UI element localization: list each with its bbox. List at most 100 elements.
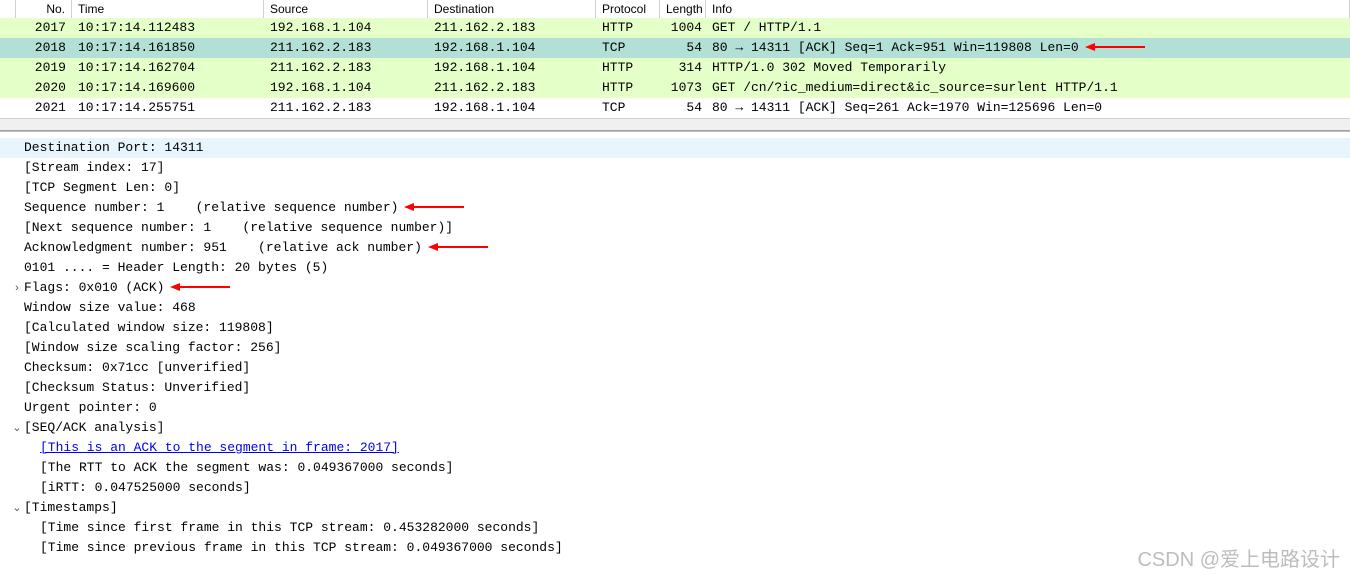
annotation-arrow-icon [170, 282, 230, 292]
cell-len: 314 [660, 58, 706, 78]
cell-dst: 211.162.2.183 [428, 78, 596, 98]
detail-line[interactable]: [TCP Segment Len: 0] [0, 178, 1350, 198]
col-info[interactable]: Info [706, 0, 1350, 18]
cell-dst: 192.168.1.104 [428, 98, 596, 118]
row-marker [0, 58, 16, 78]
col-length[interactable]: Length [660, 0, 706, 18]
row-marker [0, 78, 16, 98]
annotation-arrow-icon [428, 242, 488, 252]
packet-row[interactable]: 202110:17:14.255751211.162.2.183192.168.… [0, 98, 1350, 118]
cell-len: 1004 [660, 18, 706, 38]
detail-line[interactable]: [This is an ACK to the segment in frame:… [0, 438, 1350, 458]
cell-info: HTTP/1.0 302 Moved Temporarily [706, 58, 1350, 78]
detail-text: [Next sequence number: 1 (relative seque… [24, 218, 453, 238]
row-marker [0, 18, 16, 38]
packet-row[interactable]: 202010:17:14.169600192.168.1.104211.162.… [0, 78, 1350, 98]
col-source[interactable]: Source [264, 0, 428, 18]
cell-proto: HTTP [596, 18, 660, 38]
expand-closed-icon[interactable]: › [10, 278, 24, 298]
detail-line[interactable]: Window size value: 468 [0, 298, 1350, 318]
col-proto[interactable]: Protocol [596, 0, 660, 18]
cell-dst: 211.162.2.183 [428, 18, 596, 38]
detail-text: Flags: 0x010 (ACK) [24, 278, 164, 298]
cell-info: 80 → 14311 [ACK] Seq=261 Ack=1970 Win=12… [706, 98, 1350, 118]
cell-no: 2020 [16, 78, 72, 98]
detail-line[interactable]: [Time since first frame in this TCP stre… [0, 518, 1350, 538]
cell-src: 192.168.1.104 [264, 78, 428, 98]
packet-row[interactable]: 201910:17:14.162704211.162.2.183192.168.… [0, 58, 1350, 78]
detail-text: 0101 .... = Header Length: 20 bytes (5) [24, 258, 328, 278]
detail-line[interactable]: [Checksum Status: Unverified] [0, 378, 1350, 398]
detail-text: [Window size scaling factor: 256] [24, 338, 281, 358]
detail-text: Urgent pointer: 0 [24, 398, 157, 418]
annotation-arrow-icon [1085, 42, 1145, 52]
row-marker [0, 38, 16, 58]
expand-open-icon[interactable]: ⌄ [10, 498, 24, 518]
cell-no: 2019 [16, 58, 72, 78]
cell-no: 2021 [16, 98, 72, 118]
packet-details-pane: Destination Port: 14311[Stream index: 17… [0, 131, 1350, 558]
detail-text: [Timestamps] [24, 498, 118, 518]
cell-time: 10:17:14.169600 [72, 78, 264, 98]
cell-proto: HTTP [596, 58, 660, 78]
detail-text: [Calculated window size: 119808] [24, 318, 274, 338]
detail-text: Window size value: 468 [24, 298, 196, 318]
cell-src: 211.162.2.183 [264, 38, 428, 58]
cell-time: 10:17:14.162704 [72, 58, 264, 78]
detail-text: [SEQ/ACK analysis] [24, 418, 164, 438]
cell-info: GET /cn/?ic_medium=direct&ic_source=surl… [706, 78, 1350, 98]
detail-line[interactable]: [The RTT to ACK the segment was: 0.04936… [0, 458, 1350, 478]
cell-len: 1073 [660, 78, 706, 98]
cell-no: 2017 [16, 18, 72, 38]
cell-len: 54 [660, 38, 706, 58]
detail-line[interactable]: ⌄[SEQ/ACK analysis] [0, 418, 1350, 438]
packet-row[interactable]: 201710:17:14.112483192.168.1.104211.162.… [0, 18, 1350, 38]
detail-line[interactable]: Destination Port: 14311 [0, 138, 1350, 158]
cell-time: 10:17:14.161850 [72, 38, 264, 58]
expand-open-icon[interactable]: ⌄ [10, 418, 24, 438]
detail-line[interactable]: [iRTT: 0.047525000 seconds] [0, 478, 1350, 498]
cell-no: 2018 [16, 38, 72, 58]
detail-line[interactable]: 0101 .... = Header Length: 20 bytes (5) [0, 258, 1350, 278]
col-time[interactable]: Time [72, 0, 264, 18]
col-marker[interactable] [0, 0, 16, 18]
detail-text: [Checksum Status: Unverified] [24, 378, 250, 398]
cell-time: 10:17:14.255751 [72, 98, 264, 118]
detail-text: [TCP Segment Len: 0] [24, 178, 180, 198]
detail-link[interactable]: [This is an ACK to the segment in frame:… [40, 438, 399, 458]
detail-line[interactable]: Checksum: 0x71cc [unverified] [0, 358, 1350, 378]
detail-text: Sequence number: 1 (relative sequence nu… [24, 198, 398, 218]
detail-line[interactable]: [Window size scaling factor: 256] [0, 338, 1350, 358]
cell-dst: 192.168.1.104 [428, 38, 596, 58]
packet-list-body: 201710:17:14.112483192.168.1.104211.162.… [0, 18, 1350, 118]
row-marker [0, 98, 16, 118]
cell-info: GET / HTTP/1.1 [706, 18, 1350, 38]
detail-text: [Time since previous frame in this TCP s… [40, 538, 563, 558]
col-no[interactable]: No. [16, 0, 72, 18]
cell-src: 211.162.2.183 [264, 98, 428, 118]
detail-line[interactable]: [Calculated window size: 119808] [0, 318, 1350, 338]
cell-info: 80 → 14311 [ACK] Seq=1 Ack=951 Win=11980… [706, 38, 1350, 58]
packet-list-header: No. Time Source Destination Protocol Len… [0, 0, 1350, 18]
detail-line[interactable]: [Time since previous frame in this TCP s… [0, 538, 1350, 558]
packet-row[interactable]: 201810:17:14.161850211.162.2.183192.168.… [0, 38, 1350, 58]
detail-line[interactable]: ⌄[Timestamps] [0, 498, 1350, 518]
detail-text: [iRTT: 0.047525000 seconds] [40, 478, 251, 498]
detail-text: Destination Port: 14311 [24, 138, 203, 158]
detail-line[interactable]: ›Flags: 0x010 (ACK) [0, 278, 1350, 298]
cell-proto: TCP [596, 98, 660, 118]
detail-line[interactable]: [Stream index: 17] [0, 158, 1350, 178]
detail-text: [Stream index: 17] [24, 158, 164, 178]
detail-line[interactable]: [Next sequence number: 1 (relative seque… [0, 218, 1350, 238]
col-dest[interactable]: Destination [428, 0, 596, 18]
detail-line[interactable]: Urgent pointer: 0 [0, 398, 1350, 418]
horizontal-scrollbar[interactable] [0, 118, 1350, 130]
detail-line[interactable]: Acknowledgment number: 951 (relative ack… [0, 238, 1350, 258]
packet-list: No. Time Source Destination Protocol Len… [0, 0, 1350, 131]
cell-proto: HTTP [596, 78, 660, 98]
annotation-arrow-icon [404, 202, 464, 212]
cell-proto: TCP [596, 38, 660, 58]
detail-line[interactable]: Sequence number: 1 (relative sequence nu… [0, 198, 1350, 218]
detail-text: Acknowledgment number: 951 (relative ack… [24, 238, 422, 258]
cell-len: 54 [660, 98, 706, 118]
